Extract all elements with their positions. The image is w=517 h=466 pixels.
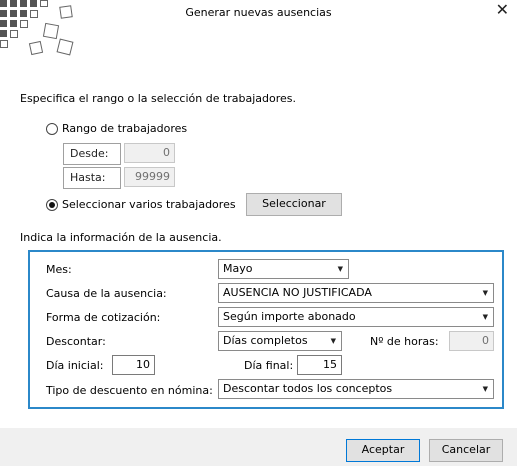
causa-select[interactable]: AUSENCIA NO JUSTIFICADA ▼	[218, 283, 494, 303]
tipo-descuento-select[interactable]: Descontar todos los conceptos ▼	[218, 379, 494, 399]
tipo-descuento-value: Descontar todos los conceptos	[223, 382, 393, 395]
chevron-down-icon: ▼	[330, 337, 336, 345]
dia-final-label: Día final:	[244, 359, 294, 372]
chevron-down-icon: ▼	[482, 313, 488, 321]
forma-cotizacion-value: Según importe abonado	[223, 310, 356, 323]
forma-cotizacion-select[interactable]: Según importe abonado ▼	[218, 307, 494, 327]
descontar-select-value: Días completos	[223, 334, 308, 347]
cancel-button[interactable]: Cancelar	[429, 439, 503, 462]
chevron-down-icon: ▼	[337, 265, 343, 273]
forma-cotizacion-label: Forma de cotización:	[46, 311, 161, 324]
absence-section-heading: Indica la información de la ausencia.	[20, 231, 222, 244]
dia-inicial-label: Día inicial:	[46, 359, 104, 372]
hasta-label: Hasta:	[63, 167, 121, 189]
multi-workers-radio[interactable]	[46, 199, 58, 211]
select-workers-button[interactable]: Seleccionar	[246, 193, 342, 216]
tipo-descuento-label: Tipo de descuento en nómina:	[46, 384, 213, 397]
horas-label: Nº de horas:	[370, 335, 439, 348]
window-title: Generar nuevas ausencias	[185, 6, 332, 19]
descontar-select[interactable]: Días completos ▼	[218, 331, 342, 351]
mes-select[interactable]: Mayo ▼	[218, 259, 349, 279]
accept-button[interactable]: Aceptar	[346, 439, 420, 462]
chevron-down-icon: ▼	[482, 289, 488, 297]
descontar-label: Descontar:	[46, 335, 106, 348]
mes-label: Mes:	[46, 263, 72, 276]
chevron-down-icon: ▼	[482, 385, 488, 393]
mes-select-value: Mayo	[223, 262, 253, 275]
multi-workers-radio-label[interactable]: Seleccionar varios trabajadores	[62, 198, 236, 211]
desde-field[interactable]: 0	[124, 143, 175, 163]
range-radio[interactable]	[46, 123, 58, 135]
horas-field[interactable]: 0	[449, 331, 494, 351]
range-section-heading: Especifica el rango o la selección de tr…	[20, 92, 297, 105]
causa-select-value: AUSENCIA NO JUSTIFICADA	[223, 286, 372, 299]
causa-label: Causa de la ausencia:	[46, 287, 167, 300]
dia-inicial-field[interactable]: 10	[112, 355, 155, 375]
desde-label: Desde:	[63, 143, 121, 165]
close-icon[interactable]: ✕	[496, 0, 509, 19]
hasta-field[interactable]: 99999	[124, 167, 175, 187]
dia-final-field[interactable]: 15	[297, 355, 342, 375]
range-radio-label[interactable]: Rango de trabajadores	[62, 122, 187, 135]
